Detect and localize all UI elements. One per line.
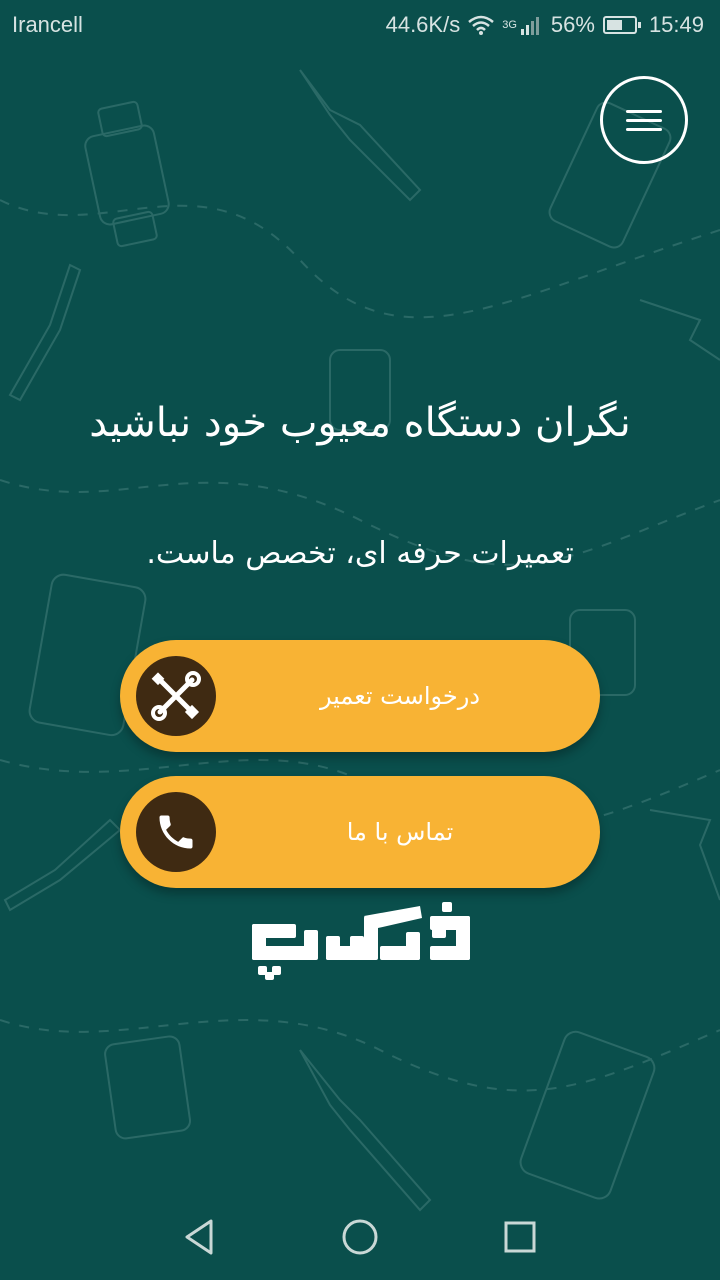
battery-level-fill — [606, 20, 622, 30]
network-speed: 44.6K/s — [385, 12, 461, 37]
menu-button[interactable] — [600, 76, 688, 164]
phone-icon — [136, 792, 216, 872]
navigation-bar — [0, 1190, 720, 1280]
contact-us-button[interactable]: تماس با ما — [120, 776, 600, 888]
tools-icon — [136, 656, 216, 736]
fixchi-logo — [252, 902, 470, 980]
network-type: 3G — [502, 19, 517, 31]
app-screen: Irancell 44.6K/s 3G 56% 15:49 نگران دستگ… — [0, 0, 720, 1280]
back-triangle-icon[interactable] — [175, 1212, 225, 1262]
page-headline: نگران دستگاه معیوب خود نباشید — [89, 400, 631, 446]
signal-icon — [520, 17, 539, 35]
page-subline: تعمیرات حرفه ای، تخصص ماست. — [146, 536, 574, 571]
status-bar: Irancell 44.6K/s 3G 56% 15:49 — [0, 0, 720, 50]
battery-percent: 56% — [550, 12, 595, 37]
battery-icon — [602, 16, 641, 34]
home-circle-icon[interactable] — [335, 1212, 385, 1262]
repair-request-label: درخواست تعمیر — [319, 682, 481, 710]
recents-square-icon[interactable] — [495, 1212, 545, 1262]
clock: 15:49 — [648, 12, 704, 37]
wifi-icon — [468, 15, 495, 35]
repair-request-button[interactable]: درخواست تعمیر — [120, 640, 600, 752]
status-right-group: 44.6K/s 3G 56% 15:49 — [386, 12, 704, 38]
hamburger-menu-icon — [626, 104, 662, 137]
contact-us-label: تماس با ما — [346, 818, 454, 846]
carrier-name: Irancell — [12, 12, 83, 37]
